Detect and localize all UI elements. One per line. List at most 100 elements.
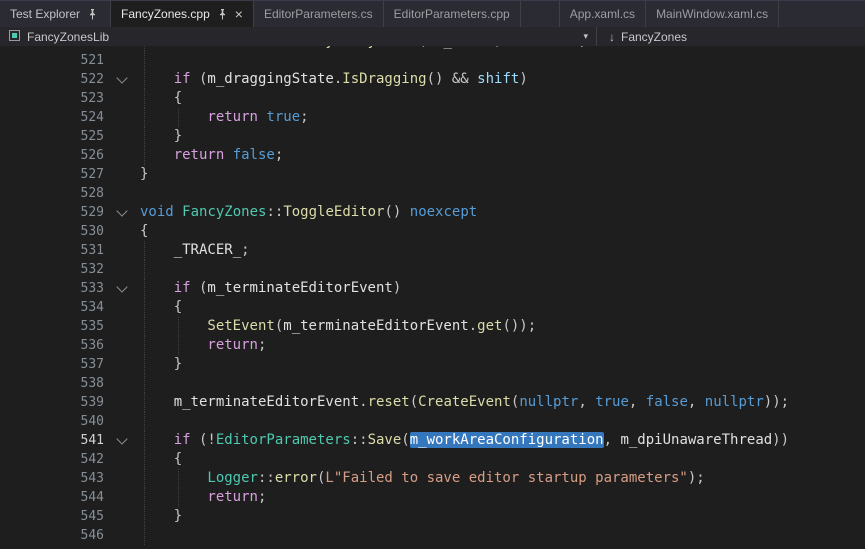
tab-label: Test Explorer (10, 7, 80, 21)
tab-app-xaml-cs[interactable]: App.xaml.cs (559, 1, 646, 27)
code-line[interactable]: 536 return; (0, 336, 865, 355)
code-text[interactable]: if (!EditorParameters::Save(m_workAreaCo… (140, 431, 789, 450)
line-number: 523 (0, 89, 104, 108)
fold-margin (104, 393, 140, 412)
code-line[interactable]: 521 (0, 51, 865, 70)
code-line[interactable]: 530{ (0, 222, 865, 241)
code-line[interactable]: 529void FancyZones::ToggleEditor() noexc… (0, 203, 865, 222)
code-text[interactable]: return true; (140, 108, 309, 127)
code-line[interactable]: 526return false; (0, 146, 865, 165)
code-line[interactable]: 533 if (m_terminateEditorEvent) (0, 279, 865, 298)
code-line[interactable]: 534 { (0, 298, 865, 317)
code-line[interactable]: 522 if (m_draggingState.IsDragging() && s… (0, 70, 865, 89)
code-text[interactable]: Logger::error(L"Failed to save editor st… (140, 469, 705, 488)
line-number: 541 (0, 431, 104, 450)
line-number: 521 (0, 51, 104, 70)
line-number: 543 (0, 469, 104, 488)
code-line[interactable]: 535 SetEvent(m_terminateEditorEvent.get()… (0, 317, 865, 336)
fold-chevron-icon[interactable] (116, 433, 127, 444)
tab-label: MainWindow.xaml.cs (656, 7, 768, 21)
code-text[interactable]: if (m_draggingState.IsDragging() && shif… (140, 70, 528, 89)
code-line[interactable]: 542 { (0, 450, 865, 469)
project-icon (8, 29, 21, 45)
tab-test-explorer[interactable]: Test Explorer (0, 1, 111, 27)
line-number: 535 (0, 317, 104, 336)
line-number: 534 (0, 298, 104, 317)
project-dropdown[interactable]: FancyZonesLib ▾ (0, 27, 596, 46)
code-text[interactable]: m_terminateEditorEvent.reset(CreateEvent… (140, 393, 789, 412)
close-icon[interactable]: × (235, 7, 243, 21)
fold-margin (104, 450, 140, 469)
code-text[interactable]: { (140, 450, 182, 469)
code-line[interactable]: 525} (0, 127, 865, 146)
tab-fancyzones-cpp[interactable]: FancyZones.cpp × (111, 1, 254, 27)
fold-margin (104, 526, 140, 545)
code-text[interactable]: return; (140, 488, 266, 507)
code-text[interactable]: return false; (140, 146, 283, 165)
line-number: 545 (0, 507, 104, 526)
fold-chevron-icon[interactable] (116, 72, 127, 83)
pin-icon[interactable] (87, 9, 98, 20)
code-text[interactable]: } (140, 355, 182, 374)
code-text[interactable]: _TRACER_; (140, 241, 250, 260)
code-text[interactable]: { (140, 298, 182, 317)
tab-mainwindow-xaml-cs[interactable]: MainWindow.xaml.cs (646, 1, 779, 27)
code-text[interactable]: return; (140, 336, 266, 355)
indent-guide (144, 412, 145, 431)
code-line[interactable]: 523 { (0, 89, 865, 108)
indent-guide (144, 260, 145, 279)
scope-dropdown[interactable]: ↓ FancyZones (596, 27, 695, 46)
code-text[interactable]: SetEvent(m_terminateEditorEvent.get()); (140, 317, 536, 336)
fold-margin (104, 431, 140, 450)
code-text[interactable]: } (140, 165, 148, 184)
fold-margin (104, 89, 140, 108)
code-text[interactable]: } (140, 127, 182, 146)
code-line[interactable]: 524 return true; (0, 108, 865, 127)
fold-margin (104, 70, 140, 89)
fold-chevron-icon[interactable] (116, 281, 127, 292)
pin-icon[interactable] (217, 9, 228, 20)
code-line[interactable]: 544return; (0, 488, 865, 507)
fold-margin (104, 222, 140, 241)
tab-label: FancyZones.cpp (121, 7, 210, 21)
fold-margin (104, 488, 140, 507)
line-number: 536 (0, 336, 104, 355)
code-text[interactable]: void FancyZones::ToggleEditor() noexcept (140, 203, 477, 222)
down-arrow-icon: ↓ (609, 30, 615, 44)
code-line[interactable]: 531_TRACER_; (0, 241, 865, 260)
fold-chevron-icon[interactable] (116, 205, 127, 216)
code-line[interactable]: 543 Logger::error(L"Failed to save editor… (0, 469, 865, 488)
code-line[interactable]: 539m_terminateEditorEvent.reset(CreateEv… (0, 393, 865, 412)
code-line[interactable]: 537} (0, 355, 865, 374)
navigation-bar: FancyZonesLib ▾ ↓ FancyZones (0, 27, 865, 46)
code-line[interactable]: 545} (0, 507, 865, 526)
code-lines: 520bool shift = GetAsyncKeyState(VK_SHIF… (0, 46, 865, 545)
code-line[interactable]: 527} (0, 165, 865, 184)
code-text[interactable]: { (140, 222, 148, 241)
code-text[interactable]: } (140, 507, 182, 526)
fold-margin (104, 507, 140, 526)
fold-margin (104, 298, 140, 317)
code-text[interactable]: { (140, 89, 182, 108)
code-line[interactable]: 528 (0, 184, 865, 203)
code-text[interactable]: bool shift = GetAsyncKeyState(VK_SHIFT) … (140, 46, 587, 51)
chevron-down-icon[interactable]: ▾ (583, 31, 588, 42)
line-number: 542 (0, 450, 104, 469)
tab-label: EditorParameters.cs (264, 7, 373, 21)
code-line[interactable]: 532 (0, 260, 865, 279)
line-number: 546 (0, 526, 104, 545)
fold-margin (104, 469, 140, 488)
indent-guide (144, 374, 145, 393)
code-line[interactable]: 538 (0, 374, 865, 393)
line-number: 524 (0, 108, 104, 127)
tab-editorparameters-cs[interactable]: EditorParameters.cs (254, 1, 384, 27)
line-number: 522 (0, 70, 104, 89)
tab-editorparameters-cpp[interactable]: EditorParameters.cpp (384, 1, 521, 27)
line-number: 533 (0, 279, 104, 298)
code-text[interactable]: if (m_terminateEditorEvent) (140, 279, 401, 298)
fold-margin (104, 336, 140, 355)
code-line[interactable]: 540 (0, 412, 865, 431)
code-line[interactable]: 541 if (!EditorParameters::Save(m_workAre… (0, 431, 865, 450)
code-line[interactable]: 546 (0, 526, 865, 545)
line-number: 525 (0, 127, 104, 146)
